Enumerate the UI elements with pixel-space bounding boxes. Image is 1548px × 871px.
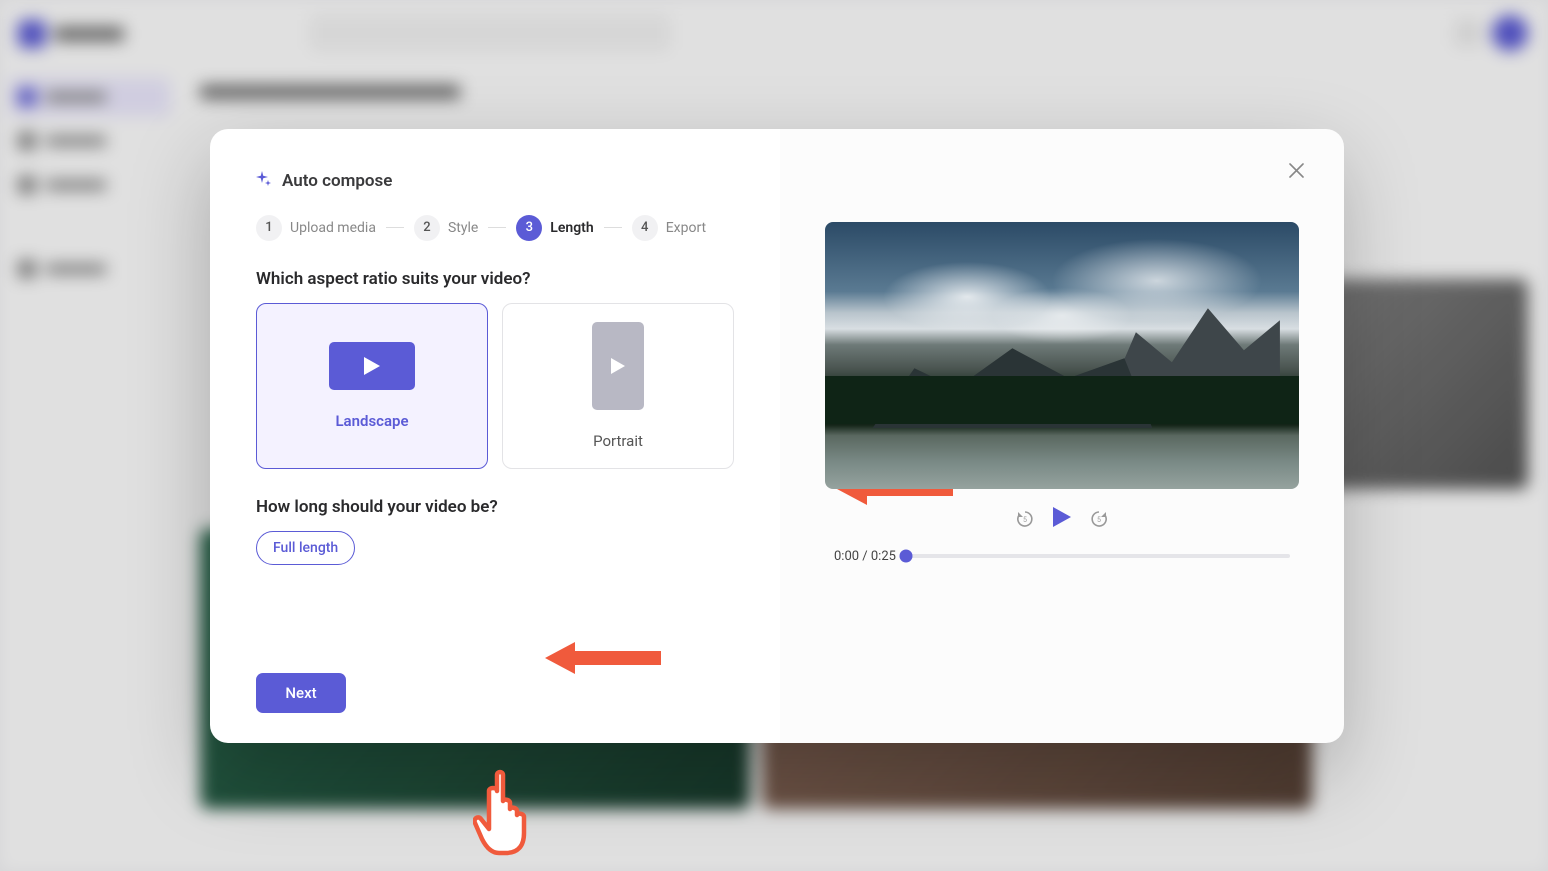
modal-left-pane: Auto compose 1 Upload media 2 Style 3 Le… — [210, 129, 780, 743]
modal-overlay: Auto compose 1 Upload media 2 Style 3 Le… — [0, 0, 1548, 871]
close-icon — [1289, 163, 1304, 178]
video-preview[interactable] — [825, 222, 1299, 489]
playback-controls: 5 5 — [1015, 507, 1109, 531]
step-label: Style — [448, 220, 478, 236]
annotation-arrow-icon — [545, 638, 661, 682]
svg-text:5: 5 — [1097, 516, 1101, 524]
time-display: 0:00 / 0:25 — [834, 549, 896, 564]
step-number: 2 — [414, 215, 440, 241]
step-number: 1 — [256, 215, 282, 241]
step-divider — [386, 227, 404, 228]
step-divider — [488, 227, 506, 228]
step-divider — [604, 227, 622, 228]
length-question: How long should your video be? — [256, 497, 734, 517]
aspect-landscape-card[interactable]: Landscape — [256, 303, 488, 469]
play-button[interactable] — [1053, 507, 1071, 531]
rewind-5-button[interactable]: 5 — [1015, 509, 1035, 529]
play-icon — [611, 358, 625, 374]
step-export[interactable]: 4 Export — [632, 215, 706, 241]
step-length[interactable]: 3 Length — [516, 215, 593, 241]
aspect-landscape-label: Landscape — [335, 412, 408, 430]
seek-track[interactable] — [906, 554, 1290, 558]
stepper: 1 Upload media 2 Style 3 Length 4 Export — [256, 215, 734, 241]
rewind-icon: 5 — [1015, 509, 1035, 529]
auto-compose-modal: Auto compose 1 Upload media 2 Style 3 Le… — [210, 129, 1338, 743]
modal-title-row: Auto compose — [256, 171, 734, 191]
length-options: Full length — [256, 531, 734, 565]
seek-handle[interactable] — [899, 550, 912, 563]
step-number: 4 — [632, 215, 658, 241]
timeline: 0:00 / 0:25 — [826, 549, 1298, 564]
step-upload-media[interactable]: 1 Upload media — [256, 215, 376, 241]
annotation-hand-icon — [473, 769, 541, 863]
landscape-thumb — [329, 342, 415, 390]
forward-5-button[interactable]: 5 — [1089, 509, 1109, 529]
aspect-ratio-question: Which aspect ratio suits your video? — [256, 269, 734, 289]
sparkle-icon — [256, 171, 272, 191]
play-icon — [364, 357, 380, 375]
step-label: Length — [550, 220, 593, 236]
forward-icon: 5 — [1089, 509, 1109, 529]
next-button[interactable]: Next — [256, 673, 346, 713]
aspect-portrait-card[interactable]: Portrait — [502, 303, 734, 469]
modal-title: Auto compose — [282, 171, 392, 191]
modal-right-pane: 5 5 0:00 / 0:25 — [780, 129, 1344, 743]
portrait-thumb — [592, 322, 644, 410]
step-style[interactable]: 2 Style — [414, 215, 478, 241]
close-button[interactable] — [1282, 157, 1310, 185]
svg-text:5: 5 — [1023, 516, 1027, 524]
step-label: Export — [666, 220, 706, 236]
step-number: 3 — [516, 215, 542, 241]
aspect-portrait-label: Portrait — [593, 432, 643, 450]
play-icon — [1053, 507, 1071, 527]
step-label: Upload media — [290, 220, 376, 236]
aspect-options: Landscape Portrait — [256, 303, 734, 469]
length-full-chip[interactable]: Full length — [256, 531, 355, 565]
